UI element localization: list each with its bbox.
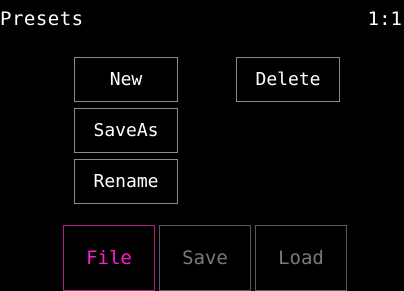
page-indicator: 1:1 (367, 8, 402, 30)
tab-load[interactable]: Load (255, 225, 347, 291)
delete-button[interactable]: Delete (236, 57, 340, 102)
new-button[interactable]: New (74, 57, 178, 102)
presets-screen: Presets 1:1 New Delete SaveAs Rename Fil… (0, 0, 404, 291)
rename-button[interactable]: Rename (74, 159, 178, 204)
page-title: Presets (0, 8, 84, 30)
tab-save[interactable]: Save (159, 225, 251, 291)
tab-file[interactable]: File (63, 225, 155, 291)
save-as-button[interactable]: SaveAs (74, 108, 178, 153)
